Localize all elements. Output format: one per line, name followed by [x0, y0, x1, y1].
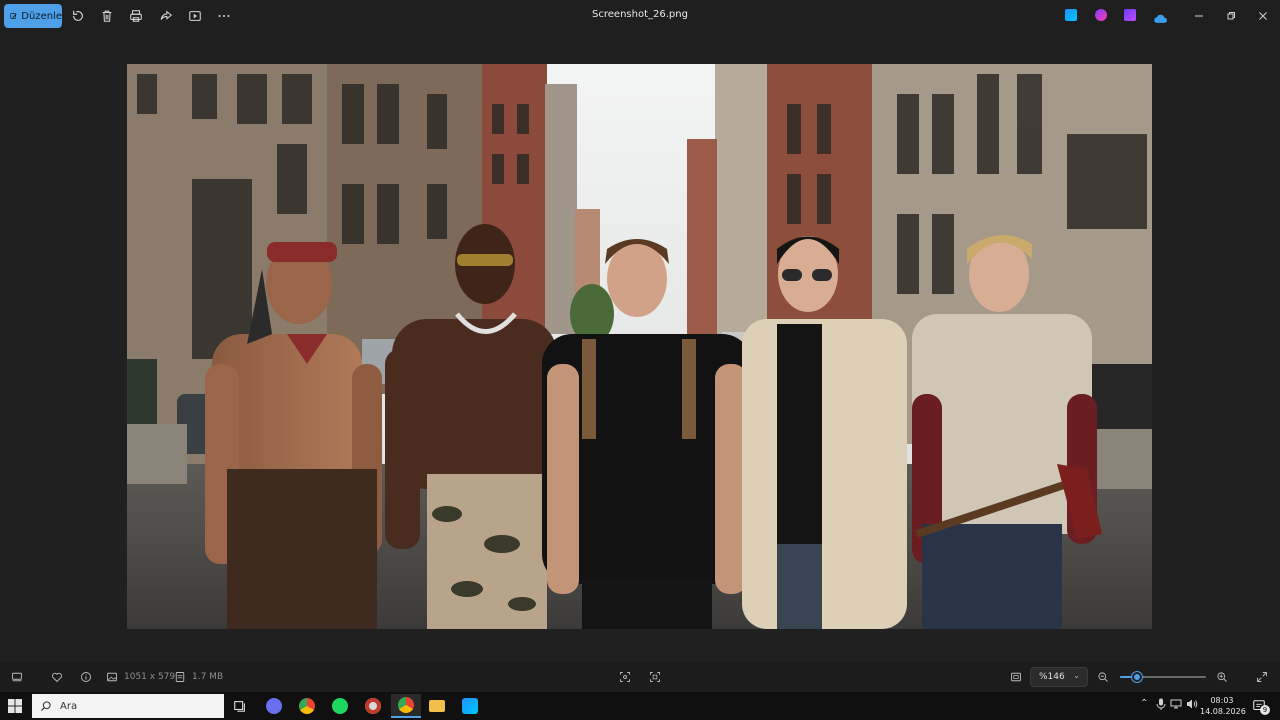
close-icon[interactable]	[1253, 6, 1273, 26]
taskbar: Ara ⌃ 08:03 14.08.2026 9	[0, 692, 1280, 720]
clipchamp-icon[interactable]	[1124, 9, 1136, 21]
window-title: Screenshot_26.png	[592, 9, 688, 20]
windows-start-icon[interactable]	[8, 699, 22, 713]
onedrive-icon[interactable]	[1153, 9, 1167, 23]
select-area-icon[interactable]	[648, 670, 662, 684]
filmstrip-icon[interactable]	[10, 670, 24, 684]
file-explorer-icon[interactable]	[427, 696, 447, 716]
image-size-icon	[106, 671, 118, 683]
file-size: 1.7 MB	[192, 672, 224, 682]
tray-overflow-icon[interactable]: ⌃	[1140, 698, 1148, 709]
clock-date: 14.08.2026	[1200, 707, 1246, 716]
info-icon[interactable]	[79, 670, 93, 684]
photo-editor-icon[interactable]	[1065, 9, 1077, 21]
spotify-app-icon[interactable]	[330, 696, 350, 716]
task-view-icon[interactable]	[230, 696, 250, 716]
chrome-app-icon-active[interactable]	[391, 694, 421, 718]
search-placeholder: Ara	[60, 700, 78, 712]
file-size-icon	[174, 671, 186, 683]
zoom-out-icon[interactable]	[1096, 670, 1110, 684]
favorite-icon[interactable]	[50, 670, 64, 684]
title-bar: Düzenle Screenshot_26.png	[0, 0, 1280, 32]
volume-icon[interactable]	[1186, 698, 1198, 713]
displayed-photo[interactable]	[127, 64, 1152, 629]
taskbar-clock[interactable]: 08:03 14.08.2026	[1200, 695, 1246, 717]
network-icon[interactable]	[1170, 698, 1182, 713]
media-app-icon[interactable]	[363, 696, 383, 716]
fit-to-window-icon[interactable]	[1009, 670, 1023, 684]
microphone-icon[interactable]	[1156, 698, 1166, 713]
chrome-app-icon[interactable]	[297, 696, 317, 716]
discord-app-icon[interactable]	[264, 696, 284, 716]
zoom-slider-thumb[interactable]	[1132, 672, 1143, 682]
zoom-dropdown[interactable]: %146 ⌄	[1030, 667, 1088, 687]
image-dimensions: 1051 x 579	[124, 672, 176, 682]
designer-icon[interactable]	[1095, 9, 1107, 21]
clock-time: 08:03	[1210, 696, 1234, 705]
crop-fit-icon[interactable]	[618, 670, 632, 684]
zoom-in-icon[interactable]	[1215, 670, 1229, 684]
minimize-icon[interactable]	[1189, 6, 1209, 26]
notification-center-icon[interactable]: 9	[1252, 698, 1270, 715]
status-bar: 1051 x 579 1.7 MB %146 ⌄	[0, 662, 1280, 692]
fullscreen-icon[interactable]	[1255, 670, 1269, 684]
taskbar-search-box[interactable]: Ara	[32, 694, 224, 718]
zoom-value: %146	[1039, 672, 1065, 682]
notification-badge: 9	[1260, 705, 1270, 715]
photos-app-icon[interactable]	[460, 696, 480, 716]
restore-icon[interactable]	[1221, 6, 1241, 26]
chevron-down-icon: ⌄	[1073, 671, 1080, 680]
photo-illustration	[127, 64, 1152, 629]
search-icon	[41, 701, 51, 711]
zoom-slider[interactable]	[1120, 672, 1206, 682]
